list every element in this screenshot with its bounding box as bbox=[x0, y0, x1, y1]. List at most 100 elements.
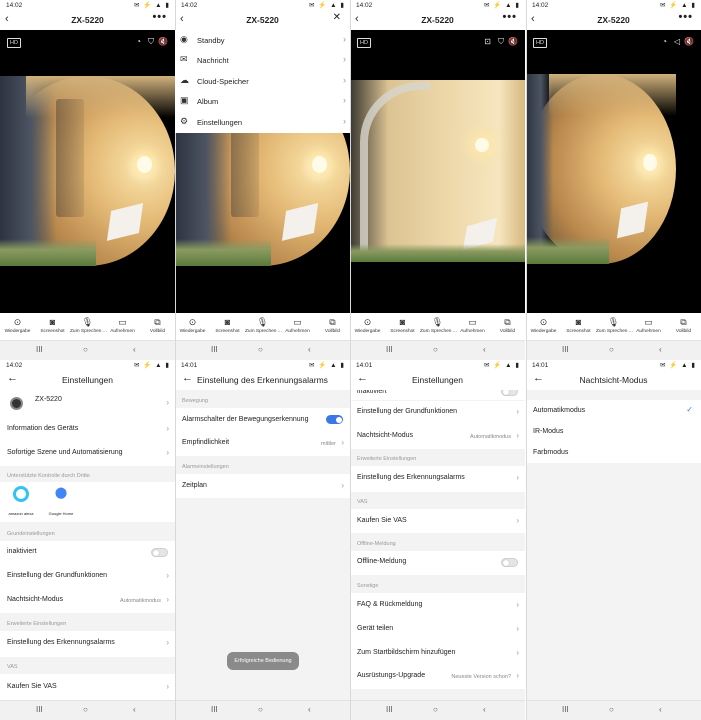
buy-vas-row[interactable]: Kaufen Sie VAS › bbox=[350, 509, 525, 533]
mute-icon[interactable]: 🔇 bbox=[508, 37, 518, 46]
back-nav-icon[interactable]: ‹ bbox=[308, 705, 311, 714]
home-icon[interactable]: ○ bbox=[609, 705, 614, 714]
talk-button[interactable]: 🎙 Zum Sprechen ... bbox=[245, 316, 282, 334]
buy-vas-row[interactable]: Kaufen Sie VAS › bbox=[0, 674, 175, 700]
fisheye-image bbox=[526, 74, 676, 264]
detection-alarm-row[interactable]: Einstellung des Erkennungsalarms › bbox=[350, 466, 525, 492]
talk-button[interactable]: 🎙 Zum Sprechen ... bbox=[420, 316, 457, 334]
night-vision-row[interactable]: Nachtsicht-Modus Automatikmodus › bbox=[350, 425, 525, 449]
night-option-auto[interactable]: Automatikmodus ✓ bbox=[526, 400, 701, 421]
upgrade-row[interactable]: Ausrüstungs-Upgrade Neueste Version schon… bbox=[350, 665, 525, 689]
menu-item-message[interactable]: ✉ Nachricht › bbox=[175, 50, 350, 70]
playback-button[interactable]: ⊙ Wiedergabe bbox=[0, 316, 35, 334]
fullscreen-button[interactable]: ⧉ Vollbild bbox=[490, 316, 525, 334]
back-nav-icon[interactable]: ‹ bbox=[659, 705, 662, 714]
mute-icon[interactable]: 🔇 bbox=[684, 37, 694, 46]
fullscreen-button[interactable]: ⧉ Vollbild bbox=[140, 316, 175, 334]
menu-item-label: Cloud-Speicher bbox=[197, 77, 249, 86]
menu-item-settings[interactable]: ⚙ Einstellungen › bbox=[175, 112, 350, 132]
screenshot-button[interactable]: ◙ Screenshot bbox=[35, 316, 70, 334]
view-mode-icon[interactable]: ⊡ bbox=[484, 37, 491, 46]
record-button[interactable]: ▭ Aufnehmen bbox=[631, 316, 666, 334]
playback-button[interactable]: ⊙ Wiedergabe bbox=[526, 316, 561, 334]
alexa-button[interactable]: amazon alexa bbox=[6, 486, 36, 520]
homescreen-row[interactable]: Zum Startbildschirm hinzufügen › bbox=[350, 641, 525, 665]
sensitivity-row[interactable]: Empfindlichkeit mittler › bbox=[175, 432, 350, 456]
night-vision-row[interactable]: Nachtsicht-Modus Automatikmodus › bbox=[0, 589, 175, 613]
home-icon[interactable]: ○ bbox=[83, 705, 88, 714]
record-button[interactable]: ▭ Aufnehmen bbox=[455, 316, 490, 334]
fullscreen-button[interactable]: ⧉ Vollbild bbox=[666, 316, 701, 334]
row-value: Automatikmodus bbox=[470, 434, 511, 440]
close-icon[interactable]: ✕ bbox=[333, 12, 342, 23]
home-icon[interactable]: ○ bbox=[258, 345, 263, 354]
more-options-icon[interactable]: ••• bbox=[502, 11, 517, 23]
hd-toggle-button[interactable]: HD bbox=[7, 38, 21, 48]
mute-icon[interactable]: 🔇 bbox=[158, 37, 168, 46]
offline-toggle[interactable] bbox=[501, 558, 518, 567]
google-home-button[interactable]: ⬤ Google Home bbox=[46, 486, 76, 520]
schedule-row[interactable]: Zeitplan › bbox=[175, 474, 350, 498]
home-icon[interactable]: ○ bbox=[258, 705, 263, 714]
speed-icon[interactable]: ◔ bbox=[136, 37, 141, 46]
fullscreen-button[interactable]: ⧉ Vollbild bbox=[315, 316, 350, 334]
video-feed[interactable]: HD ⊡ ⛉ 🔇 bbox=[350, 30, 525, 313]
device-row[interactable]: ZX-5220 › bbox=[0, 390, 175, 418]
night-option-ir[interactable]: IR-Modus bbox=[526, 421, 701, 442]
menu-item-standby[interactable]: ◉ Standby › bbox=[175, 30, 350, 50]
more-options-icon[interactable]: ••• bbox=[678, 11, 693, 23]
recents-icon[interactable]: III bbox=[36, 705, 43, 714]
back-nav-icon[interactable]: ‹ bbox=[483, 705, 486, 714]
video-feed[interactable]: HD ◔ ⛉ 🔇 bbox=[0, 30, 175, 313]
inactive-toggle[interactable] bbox=[151, 548, 168, 557]
motion-detection-toggle[interactable] bbox=[326, 415, 343, 424]
recents-icon[interactable]: III bbox=[211, 345, 218, 354]
speed-icon[interactable]: ◔ bbox=[662, 37, 667, 46]
inactive-toggle[interactable] bbox=[501, 390, 518, 396]
rotate-icon[interactable]: ◁ bbox=[674, 37, 680, 46]
shield-icon[interactable]: ⛉ bbox=[148, 37, 154, 47]
basic-functions-row[interactable]: Einstellung der Grundfunktionen › bbox=[350, 401, 525, 425]
screenshot-button[interactable]: ◙ Screenshot bbox=[561, 316, 596, 334]
inactive-row-partial: inaktiviert bbox=[350, 390, 525, 400]
back-nav-icon[interactable]: ‹ bbox=[133, 345, 136, 354]
home-icon[interactable]: ○ bbox=[433, 345, 438, 354]
recents-icon[interactable]: III bbox=[211, 705, 218, 714]
scene-automation-row[interactable]: Sofortige Szene und Automatisierung › bbox=[0, 442, 175, 466]
shield-icon[interactable]: ⛉ bbox=[498, 37, 504, 47]
basic-functions-row[interactable]: Einstellung der Grundfunktionen › bbox=[0, 565, 175, 589]
device-info-row[interactable]: Information des Geräts › bbox=[0, 418, 175, 442]
recents-icon[interactable]: III bbox=[562, 345, 569, 354]
back-nav-icon[interactable]: ‹ bbox=[483, 345, 486, 354]
back-nav-icon[interactable]: ‹ bbox=[308, 345, 311, 354]
recents-icon[interactable]: III bbox=[386, 705, 393, 714]
hd-toggle-button[interactable]: HD bbox=[357, 38, 371, 48]
record-button[interactable]: ▭ Aufnehmen bbox=[280, 316, 315, 334]
home-icon[interactable]: ○ bbox=[609, 345, 614, 354]
playback-button[interactable]: ⊙ Wiedergabe bbox=[175, 316, 210, 334]
share-device-row[interactable]: Gerät teilen › bbox=[350, 617, 525, 641]
record-button[interactable]: ▭ Aufnehmen bbox=[105, 316, 140, 334]
recents-icon[interactable]: III bbox=[36, 345, 43, 354]
hd-toggle-button[interactable]: HD bbox=[533, 38, 547, 48]
menu-item-cloud[interactable]: ☁ Cloud-Speicher › bbox=[175, 71, 350, 91]
back-nav-icon[interactable]: ‹ bbox=[659, 345, 662, 354]
recents-icon[interactable]: III bbox=[562, 705, 569, 714]
recents-icon[interactable]: III bbox=[386, 345, 393, 354]
talk-button[interactable]: 🎙 Zum Sprechen ... bbox=[70, 316, 107, 334]
row-label: Einstellung des Erkennungsalarms bbox=[357, 474, 465, 481]
faq-row[interactable]: FAQ & Rückmeldung › bbox=[350, 593, 525, 617]
mic-icon: 🎙 bbox=[256, 317, 269, 327]
home-icon[interactable]: ○ bbox=[83, 345, 88, 354]
talk-button[interactable]: 🎙 Zum Sprechen ... bbox=[596, 316, 633, 334]
more-options-icon[interactable]: ••• bbox=[152, 11, 167, 23]
back-nav-icon[interactable]: ‹ bbox=[133, 705, 136, 714]
screenshot-button[interactable]: ◙ Screenshot bbox=[210, 316, 245, 334]
home-icon[interactable]: ○ bbox=[433, 705, 438, 714]
playback-button[interactable]: ⊙ Wiedergabe bbox=[350, 316, 385, 334]
video-feed[interactable]: HD ◔ ◁ 🔇 bbox=[526, 30, 701, 313]
detection-alarm-row[interactable]: Einstellung des Erkennungsalarms › bbox=[0, 631, 175, 657]
night-option-color[interactable]: Farbmodus bbox=[526, 442, 701, 463]
screenshot-button[interactable]: ◙ Screenshot bbox=[385, 316, 420, 334]
menu-item-album[interactable]: ▣ Album › bbox=[175, 91, 350, 111]
